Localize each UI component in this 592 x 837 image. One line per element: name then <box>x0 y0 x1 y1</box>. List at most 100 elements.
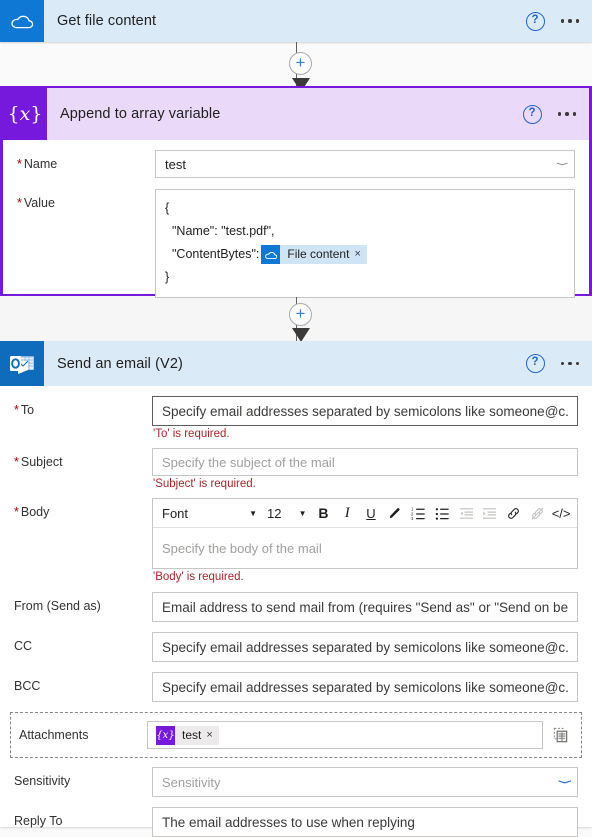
insert-link-icon[interactable] <box>503 502 525 524</box>
switch-to-array-input-icon[interactable] <box>543 726 577 745</box>
onedrive-icon <box>261 245 280 264</box>
connector-2: + <box>0 297 592 342</box>
required-asterisk: * <box>17 157 22 171</box>
value-line: { <box>165 197 565 220</box>
field-row-attachments[interactable]: Attachments {x} test × <box>10 712 582 758</box>
value-line: } <box>165 266 565 289</box>
more-options-icon[interactable] <box>558 112 577 116</box>
action-card-append-to-array-variable[interactable]: {x} Append to array variable ? *Name tes… <box>0 86 592 296</box>
required-asterisk: * <box>14 403 19 417</box>
token-label: test <box>175 728 206 742</box>
more-options-icon[interactable] <box>561 362 580 366</box>
card-title: Send an email (V2) <box>44 356 526 372</box>
dynamic-content-token-test[interactable]: {x} test × <box>156 726 219 745</box>
reply-to-label: Reply To <box>14 807 152 837</box>
remove-token-icon[interactable]: × <box>354 243 366 266</box>
bcc-label: BCC <box>14 672 152 702</box>
variable-braces-icon: {x} <box>156 726 175 745</box>
subject-input[interactable]: Specify the subject of the mail <box>152 448 578 476</box>
flow-designer-canvas: Get file content ? + {x} Append to array… <box>0 0 592 827</box>
text-highlight-icon[interactable] <box>384 502 406 524</box>
to-label: *To <box>14 396 152 440</box>
increase-indent-icon[interactable] <box>479 502 501 524</box>
subject-placeholder: Specify the subject of the mail <box>162 455 335 470</box>
field-row-to: *To Specify email addresses separated by… <box>0 396 592 440</box>
body-error-message: 'Body' is required. <box>152 569 578 583</box>
onedrive-icon <box>0 0 44 42</box>
card-header-actions: ? <box>523 105 590 124</box>
card-header[interactable]: Send an email (V2) ? <box>0 341 592 386</box>
font-family-dropdown[interactable]: Font ▼ <box>158 506 261 521</box>
more-options-icon[interactable] <box>561 19 580 23</box>
field-row-cc: CC Specify email addresses separated by … <box>0 632 592 662</box>
card-title: Get file content <box>44 13 526 29</box>
chevron-down-icon: ▼ <box>293 509 307 518</box>
sensitivity-label: Sensitivity <box>14 767 152 797</box>
variable-braces-icon: {x} <box>3 88 47 140</box>
to-placeholder: Specify email addresses separated by sem… <box>162 404 568 419</box>
cc-label: CC <box>14 632 152 662</box>
attachments-input[interactable]: {x} test × <box>147 721 543 749</box>
help-icon[interactable]: ? <box>526 12 545 31</box>
remove-link-icon[interactable] <box>526 502 548 524</box>
decrease-indent-icon[interactable] <box>455 502 477 524</box>
name-dropdown[interactable]: test ⟩ <box>155 150 575 178</box>
field-row-reply-to: Reply To The email addresses to use when… <box>0 807 592 837</box>
rich-text-toolbar: Font ▼ 12 ▼ B I U <box>153 499 577 528</box>
code-view-icon[interactable]: </> <box>550 502 572 524</box>
attachments-label: Attachments <box>15 728 147 742</box>
card-header[interactable]: {x} Append to array variable ? <box>3 88 589 140</box>
help-icon[interactable]: ? <box>526 354 545 373</box>
reply-to-input[interactable]: The email addresses to use when replying <box>152 807 578 837</box>
subject-error-message: 'Subject' is required. <box>152 476 578 490</box>
body-rich-text-editor[interactable]: Font ▼ 12 ▼ B I U <box>152 498 578 569</box>
action-card-send-an-email[interactable]: Send an email (V2) ? *To Specify email a… <box>0 341 592 827</box>
required-asterisk: * <box>17 196 22 210</box>
connector-1: + <box>0 42 592 86</box>
to-error-message: 'To' is required. <box>152 426 578 440</box>
bulleted-list-icon[interactable] <box>431 502 453 524</box>
to-input[interactable]: Specify email addresses separated by sem… <box>152 396 578 426</box>
font-size-value: 12 <box>267 506 281 521</box>
add-step-plus-icon[interactable]: + <box>289 52 312 75</box>
field-row-body: *Body Font ▼ 12 ▼ B I U <box>0 498 592 583</box>
bcc-placeholder: Specify email addresses separated by sem… <box>162 680 568 695</box>
cc-input[interactable]: Specify email addresses separated by sem… <box>152 632 578 662</box>
chevron-down-icon[interactable]: ⟩ <box>557 162 569 167</box>
from-placeholder: Email address to send mail from (require… <box>162 600 568 615</box>
card-title: Append to array variable <box>47 106 523 122</box>
token-label: File content <box>280 243 354 266</box>
card-header-actions: ? <box>526 354 592 373</box>
value-line: "ContentBytes": File content × <box>165 243 565 266</box>
bold-icon[interactable]: B <box>313 502 335 524</box>
name-value: test <box>165 157 186 172</box>
bcc-input[interactable]: Specify email addresses separated by sem… <box>152 672 578 702</box>
sensitivity-dropdown[interactable]: Sensitivity ⟩ <box>152 767 578 797</box>
dynamic-content-token-file-content[interactable]: File content × <box>261 245 366 264</box>
font-family-value: Font <box>162 506 188 521</box>
remove-token-icon[interactable]: × <box>206 729 218 741</box>
reply-to-placeholder: The email addresses to use when replying <box>162 815 415 830</box>
field-row-sensitivity: Sensitivity Sensitivity ⟩ <box>0 767 592 797</box>
field-row-bcc: BCC Specify email addresses separated by… <box>0 672 592 702</box>
add-step-plus-icon[interactable]: + <box>289 303 312 326</box>
action-card-get-file-content[interactable]: Get file content ? <box>0 0 592 42</box>
from-input[interactable]: Email address to send mail from (require… <box>152 592 578 622</box>
underline-icon[interactable]: U <box>360 502 382 524</box>
outlook-icon <box>0 341 44 386</box>
numbered-list-icon[interactable]: 1 2 3 <box>408 502 430 524</box>
value-label: *Value <box>17 189 155 298</box>
field-row-value: *Value { "Name": "test.pdf", "ContentByt… <box>3 189 589 298</box>
help-icon[interactable]: ? <box>523 105 542 124</box>
required-asterisk: * <box>14 505 19 519</box>
body-label: *Body <box>14 498 152 583</box>
chevron-down-icon[interactable]: ⟩ <box>558 779 572 784</box>
value-editor[interactable]: { "Name": "test.pdf", "ContentBytes": Fi… <box>155 189 575 298</box>
body-placeholder[interactable]: Specify the body of the mail <box>153 528 577 568</box>
card-header[interactable]: Get file content ? <box>0 0 592 42</box>
svg-text:3: 3 <box>411 516 414 521</box>
field-row-name: *Name test ⟩ <box>3 150 589 178</box>
italic-icon[interactable]: I <box>336 502 358 524</box>
required-asterisk: * <box>14 455 19 469</box>
font-size-dropdown[interactable]: 12 ▼ <box>263 506 311 521</box>
